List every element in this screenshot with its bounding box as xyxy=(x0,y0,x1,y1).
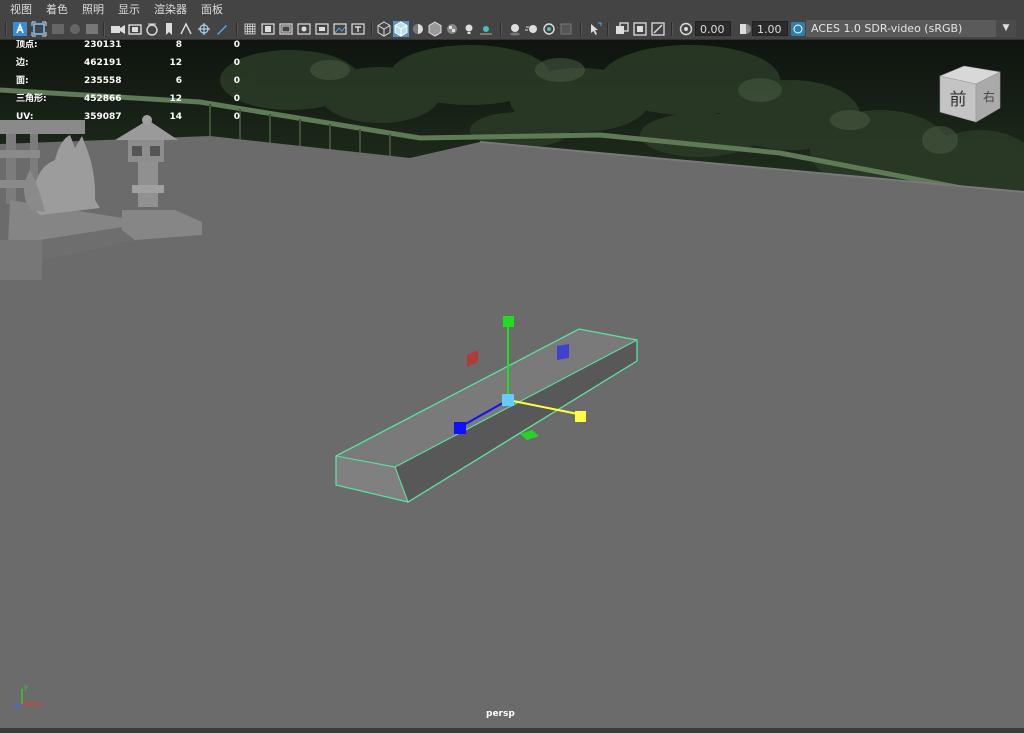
toolbar-separator xyxy=(103,22,105,36)
film-gate-icon[interactable] xyxy=(127,21,143,37)
toolbar-separator xyxy=(5,22,7,36)
hud-object-count: 6 xyxy=(175,76,182,86)
view-cube-front-label: 前 xyxy=(950,90,967,110)
safe-title-icon[interactable] xyxy=(296,21,312,37)
bookmark-flag-icon[interactable] xyxy=(161,21,177,37)
hud-label: UV: xyxy=(16,112,34,122)
exposure-field[interactable]: 0.00 xyxy=(695,21,731,36)
gamma-field[interactable]: 1.00 xyxy=(752,21,788,36)
toolbar-separator xyxy=(671,22,673,36)
hud-scene-count: 462191 xyxy=(84,58,122,68)
isolate-select-icon[interactable] xyxy=(587,21,603,37)
image-icon[interactable] xyxy=(332,21,348,37)
wireframe-cube-icon[interactable] xyxy=(376,21,392,37)
depth-of-field-icon[interactable] xyxy=(558,21,574,37)
hud-object-count: 8 xyxy=(175,40,182,50)
manip-x-handle[interactable] xyxy=(575,411,586,422)
hud-selected-count: 0 xyxy=(233,40,240,50)
axis-orientation-gizmo: x y z xyxy=(14,684,43,709)
hud-scene-count: 452866 xyxy=(84,94,122,104)
menu-view[interactable]: 视图 xyxy=(10,0,38,19)
pencil-icon[interactable] xyxy=(214,21,230,37)
bookmark-icon[interactable] xyxy=(50,21,66,37)
default-material-icon[interactable] xyxy=(410,21,426,37)
grease-pencil-icon[interactable] xyxy=(196,21,212,37)
view-transform-icon[interactable] xyxy=(790,21,806,37)
shadows-icon[interactable] xyxy=(478,21,494,37)
video-camera-icon[interactable] xyxy=(110,21,126,37)
axis-x-label: x xyxy=(39,702,43,709)
hud-label: 边: xyxy=(16,58,29,68)
axis-y-label: y xyxy=(24,684,28,691)
smooth-shade-cube-icon[interactable] xyxy=(393,21,409,37)
view-cube-right-label: 右 xyxy=(983,89,995,104)
film-icon[interactable] xyxy=(260,21,276,37)
hud-scene-count: 230131 xyxy=(84,40,122,50)
toolbar-separator xyxy=(371,22,373,36)
checker-texture-icon[interactable] xyxy=(444,21,460,37)
frame-all-icon[interactable] xyxy=(31,21,47,37)
maya-window: 视图 着色 照明 显示 渲染器 面板 0.00 1.00 ACES 1.0 SD… xyxy=(0,0,1024,733)
xray-active-icon[interactable] xyxy=(650,21,666,37)
manip-plane-xy[interactable] xyxy=(557,344,569,360)
image-plane-icon[interactable] xyxy=(84,21,100,37)
manip-center-handle[interactable] xyxy=(502,394,514,406)
motion-blur-icon[interactable] xyxy=(524,21,540,37)
hud-selected-count: 0 xyxy=(233,76,240,86)
toolbar-separator xyxy=(236,22,238,36)
bottom-edge-bar xyxy=(0,728,1024,733)
manip-y-handle[interactable] xyxy=(503,316,514,327)
toolbar-separator xyxy=(580,22,582,36)
hud-object-count: 12 xyxy=(169,58,182,68)
resolution-gate-icon[interactable] xyxy=(144,21,160,37)
menu-show[interactable]: 显示 xyxy=(118,0,146,19)
toolbar-separator xyxy=(607,22,609,36)
lighting-icon[interactable] xyxy=(461,21,477,37)
manip-z-handle[interactable] xyxy=(454,422,466,434)
hud-label: 三角形: xyxy=(16,94,47,104)
hud-scene-count: 359087 xyxy=(84,112,122,122)
select-camera-icon[interactable] xyxy=(12,21,28,37)
xray-joints-icon[interactable] xyxy=(632,21,648,37)
toolbar-separator xyxy=(500,22,502,36)
hud-selected-count: 0 xyxy=(233,94,240,104)
field-chart-icon[interactable] xyxy=(278,21,294,37)
menu-lighting[interactable]: 照明 xyxy=(82,0,110,19)
hud-label: 顶点: xyxy=(16,40,38,50)
grid-icon[interactable] xyxy=(242,21,258,37)
gate-mask-icon[interactable] xyxy=(314,21,330,37)
perspective-viewport[interactable]: 顶点: 230131 8 0 边: 462191 12 0 面: 235558 … xyxy=(0,40,1024,728)
axis-z-label: z xyxy=(14,702,17,709)
textured-cube-icon[interactable] xyxy=(427,21,443,37)
exposure-icon[interactable] xyxy=(678,21,694,37)
camera-name-label: persp xyxy=(486,709,515,719)
menu-panels[interactable]: 面板 xyxy=(201,0,229,19)
hud-selected-count: 0 xyxy=(233,58,240,68)
color-space-dropdown[interactable]: ACES 1.0 SDR-video (sRGB) ▼ xyxy=(806,20,1016,37)
hud-label: 面: xyxy=(16,76,29,86)
ambient-occlusion-icon[interactable] xyxy=(507,21,523,37)
hud-object-count: 12 xyxy=(169,94,182,104)
chevron-down-icon[interactable]: ▼ xyxy=(996,20,1016,37)
menu-renderer[interactable]: 渲染器 xyxy=(154,0,193,19)
xray-icon[interactable] xyxy=(614,21,630,37)
color-space-value: ACES 1.0 SDR-video (sRGB) xyxy=(811,22,963,35)
anti-aliasing-icon[interactable] xyxy=(541,21,557,37)
hud-scene-count: 235558 xyxy=(84,76,122,86)
menu-shading[interactable]: 着色 xyxy=(46,0,74,19)
hud-object-count: 14 xyxy=(169,112,182,122)
hud-selected-count: 0 xyxy=(233,112,240,122)
gamma-icon[interactable] xyxy=(736,21,752,37)
view-cube[interactable]: 前 右 xyxy=(934,62,1006,126)
safe-action-icon[interactable] xyxy=(178,21,194,37)
panel-toolbar: 0.00 1.00 ACES 1.0 SDR-video (sRGB) ▼ xyxy=(0,19,1024,40)
panel-menu-bar: 视图 着色 照明 显示 渲染器 面板 xyxy=(0,0,1024,19)
camera-attributes-icon[interactable] xyxy=(67,21,83,37)
hud-text-icon[interactable] xyxy=(350,21,366,37)
viewport-scene xyxy=(0,40,1024,728)
